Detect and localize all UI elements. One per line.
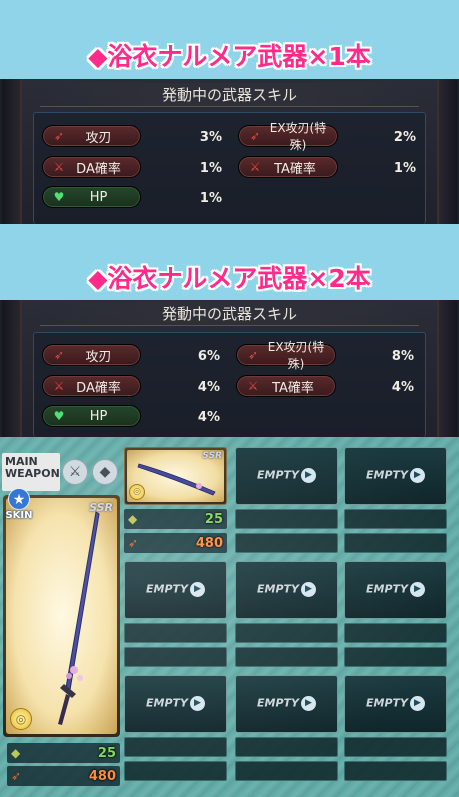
weapon-skill-panel: 発動中の武器スキル ➶ 攻刃 6% ➶ EX攻刃(特殊) 8% ⚔ DA確率 4% ⚔… [0,300,459,437]
panel-title: 発動中の武器スキル [40,302,419,326]
slot-stat-bar [235,533,338,553]
gem-icon[interactable]: ◆ [92,459,118,485]
weapon-slot-8[interactable]: EMPTY ▶ [235,675,338,733]
star-icon: ★ [8,488,30,510]
main-attack-stat: ➶ 480 [7,766,120,786]
level-gem-icon: ◆ [128,512,138,526]
weapon-slot-6[interactable]: EMPTY ▶ [344,561,447,619]
attack-sword-icon: ➶ [11,769,22,783]
sword-icon: ➶ [247,348,259,362]
skill-ta-rate: ⚔ TA確率 [238,156,338,178]
swap-swords-icon[interactable]: ⚔ [62,459,88,485]
coin-icon: ◎ [10,708,32,730]
play-icon: ▶ [410,582,425,597]
slot1-attack-stat: ➶ 480 [124,533,227,553]
skill-ex-attack: ➶ EX攻刃(特殊) [236,340,336,371]
skill-value: 4% [197,380,220,395]
skill-value: 1% [199,191,222,206]
double-sword-icon: ⚔ [53,379,65,393]
double-sword-icon: ⚔ [53,160,65,174]
double-sword-icon: ⚔ [249,160,261,174]
weapon-slot-7[interactable]: EMPTY ▶ [124,675,227,733]
slot-stat-bar [344,761,447,781]
weapon-slot-1[interactable]: SSR ◎ [124,447,227,505]
slot-stat-bar [344,509,447,529]
weapon-slot-3[interactable]: EMPTY ▶ [344,447,447,505]
slot-stat-bar [124,647,227,667]
skill-ex-attack: ➶ EX攻刃(特殊) [238,121,338,152]
play-icon: ▶ [301,582,316,597]
sword-icon: ➶ [249,129,261,143]
skill-da-rate: ⚔ DA確率 [42,375,141,397]
skill-value: 4% [197,410,220,425]
skill-attack: ➶ 攻刃 [42,125,141,147]
skill-hp: ♥ HP [42,405,141,427]
play-icon: ▶ [190,582,205,597]
slot-stat-bar [344,533,447,553]
main-weapon-card[interactable]: SSR ◎ [3,495,120,737]
play-icon: ▶ [190,696,205,711]
slot-stat-bar [344,737,447,757]
katana-image [58,511,100,725]
skill-value: 8% [391,349,414,364]
slot-stat-bar [124,761,227,781]
level-gem-icon: ◆ [11,746,21,760]
section-heading: ◆浴衣ナルメア武器×1本 [88,42,371,71]
rarity-badge: SSR [89,501,113,514]
play-icon: ▶ [301,696,316,711]
skill-value: 1% [199,161,222,176]
skill-hp: ♥ HP [42,186,141,208]
skill-ta-rate: ⚔ TA確率 [236,375,336,397]
slot-stat-bar [235,509,338,529]
skill-value: 6% [197,349,220,364]
sword-icon: ➶ [53,129,65,143]
weapon-slot-2[interactable]: EMPTY ▶ [235,447,338,505]
slot-stat-bar [235,737,338,757]
slot1-level-stat: ◆ 25 [124,509,227,529]
coin-icon: ◎ [129,484,145,500]
sword-icon: ➶ [53,348,65,362]
slot-stat-bar [235,647,338,667]
slot-stat-bar [235,623,338,643]
skill-value: 4% [391,380,414,395]
heart-icon: ♥ [53,190,65,204]
weapon-slot-5[interactable]: EMPTY ▶ [235,561,338,619]
skill-value: 2% [393,130,416,145]
panel-title: 発動中の武器スキル [40,83,419,107]
play-icon: ▶ [410,468,425,483]
slot-stat-bar [344,647,447,667]
attack-sword-icon: ➶ [128,536,139,550]
main-weapon-label: MAIN WEAPON [2,453,60,491]
double-sword-icon: ⚔ [247,379,259,393]
skill-attack: ➶ 攻刃 [42,344,141,366]
heart-icon: ♥ [53,409,65,423]
weapon-slot-9[interactable]: EMPTY ▶ [344,675,447,733]
rarity-badge: SSR [202,451,222,461]
katana-image [137,463,216,496]
weapon-grid: MAIN WEAPON ⚔ ◆ SSR ◎ ★ SKIN ◆ 25 ➶ 480 [0,437,459,797]
skill-da-rate: ⚔ DA確率 [42,156,141,178]
skill-value: 3% [199,130,222,145]
main-weapon-tools: ⚔ ◆ [58,455,122,489]
skin-badge[interactable]: ★ SKIN [4,488,34,528]
main-level-stat: ◆ 25 [7,743,120,763]
skill-value: 1% [393,161,416,176]
slot-stat-bar [235,761,338,781]
section-heading: ◆浴衣ナルメア武器×2本 [88,264,371,293]
play-icon: ▶ [301,468,316,483]
slot-stat-bar [124,623,227,643]
slot-stat-bar [124,737,227,757]
weapon-slot-4[interactable]: EMPTY ▶ [124,561,227,619]
play-icon: ▶ [410,696,425,711]
slot-stat-bar [344,623,447,643]
weapon-skill-panel: 発動中の武器スキル ➶ 攻刃 3% ➶ EX攻刃(特殊) 2% ⚔ DA確率 1% ⚔… [0,79,459,224]
